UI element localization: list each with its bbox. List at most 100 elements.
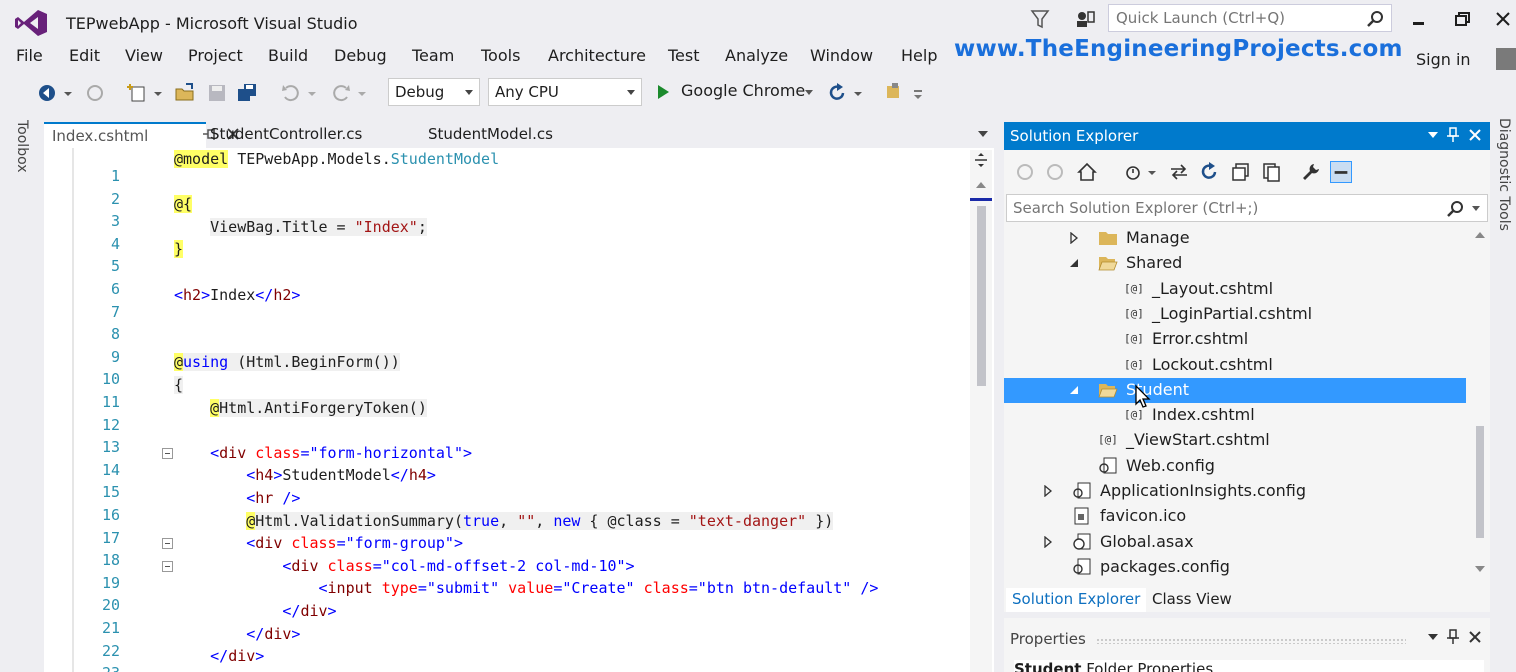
scroll-up-arrow-icon[interactable] [976,182,986,188]
open-file-icon[interactable] [174,82,196,104]
chevron-down-icon[interactable] [62,82,74,104]
menu-analyze[interactable]: Analyze [725,46,788,65]
collapse-region-icon[interactable] [162,560,173,572]
tree-item-folder[interactable]: Manage [1004,226,1466,251]
restore-button[interactable] [1448,6,1478,32]
menu-file[interactable]: File [16,46,43,65]
tab-list-dropdown-icon[interactable] [978,131,988,137]
collapse-all-icon[interactable] [1230,161,1252,183]
tab-solution-explorer[interactable]: Solution Explorer [1006,588,1147,612]
tree-item-file[interactable]: packages.config [1004,555,1466,580]
panel-grip[interactable] [1096,638,1406,644]
menu-help[interactable]: Help [901,46,937,65]
show-all-files-icon[interactable] [1260,161,1282,183]
tab-student-controller[interactable]: StudentController.cs [202,122,382,148]
code-editor[interactable]: 1 @model TEPwebApp.Models.StudentModel 2… [44,148,994,672]
notification-filter-icon[interactable] [1030,8,1050,30]
tree-item-file[interactable]: [@] _LoginPartial.cshtml [1004,302,1466,327]
chevron-down-icon[interactable] [1471,205,1481,213]
tab-index-cshtml[interactable]: Index.cshtml [44,122,206,148]
minimize-button[interactable] [1404,6,1434,32]
solution-explorer-scrollbar[interactable] [1472,226,1488,582]
menu-debug[interactable]: Debug [334,46,387,65]
scroll-down-arrow-icon[interactable] [1475,566,1485,572]
chevron-down-icon[interactable] [1146,161,1158,183]
menu-build[interactable]: Build [268,46,308,65]
scroll-up-arrow-icon[interactable] [1475,232,1485,238]
undo-icon[interactable] [280,82,302,104]
tree-item-folder-selected[interactable]: Student [1004,377,1466,403]
tree-item-file[interactable]: [@] _Layout.cshtml [1004,277,1466,302]
tree-item-file[interactable]: [@] _ViewStart.cshtml [1004,428,1466,453]
diagnostic-tools-side-tab[interactable]: Diagnostic Tools [1496,118,1516,258]
collapse-region-icon[interactable] [162,538,173,550]
collapse-arrow-icon[interactable] [1068,257,1080,269]
navigate-back-icon[interactable] [36,82,58,104]
navigate-forward-icon[interactable] [84,82,106,104]
chevron-down-icon[interactable] [356,82,368,104]
browser-link-icon[interactable] [884,80,906,102]
tree-item-file[interactable]: [@] Index.cshtml [1004,403,1466,428]
sync-with-active-document-icon[interactable] [1168,161,1190,183]
preview-selected-items-icon[interactable] [1330,161,1352,183]
toolbar-overflow-icon[interactable] [912,82,924,104]
editor-vertical-scrollbar[interactable] [970,150,992,672]
start-debugging-button[interactable]: Google Chrome [654,80,814,104]
tree-item-folder[interactable]: Shared [1004,251,1466,276]
quick-launch-box[interactable] [1108,4,1392,32]
window-position-dropdown-icon[interactable] [1424,126,1442,144]
menu-window[interactable]: Window [810,46,873,65]
properties-wrench-icon[interactable] [1300,161,1322,183]
tree-item-file[interactable]: [@] Error.cshtml [1004,327,1466,352]
save-all-icon[interactable] [236,82,258,104]
close-window-button[interactable] [1490,6,1516,32]
solution-explorer-search-input[interactable] [1007,195,1437,221]
search-icon[interactable] [1365,9,1385,29]
menu-view[interactable]: View [125,46,163,65]
menu-test[interactable]: Test [668,46,700,65]
refresh-browser-icon[interactable] [826,82,848,104]
account-icon[interactable] [1496,48,1516,70]
menu-project[interactable]: Project [188,46,243,65]
expand-arrow-icon[interactable] [1068,232,1080,244]
menu-team[interactable]: Team [412,46,454,65]
chevron-down-icon[interactable] [306,82,318,104]
refresh-icon[interactable] [1198,161,1220,183]
solution-configuration-dropdown[interactable]: Debug [388,78,480,106]
close-panel-icon[interactable] [1466,126,1484,144]
toolbox-side-tab[interactable]: Toolbox [14,120,36,190]
auto-hide-pin-icon[interactable] [1444,126,1462,144]
collapse-arrow-icon[interactable] [1068,384,1080,396]
redo-icon[interactable] [330,82,352,104]
menu-tools[interactable]: Tools [481,46,520,65]
chevron-down-icon[interactable] [852,82,864,104]
sign-in-link[interactable]: Sign in [1416,50,1471,69]
window-position-dropdown-icon[interactable] [1424,628,1442,646]
search-icon[interactable] [1445,199,1465,219]
split-window-icon[interactable] [974,152,988,168]
editor-scroll-thumb[interactable] [977,206,986,386]
solution-explorer-search-box[interactable] [1006,194,1488,222]
tab-class-view[interactable]: Class View [1146,588,1238,612]
tree-item-file[interactable]: Web.config [1004,454,1466,479]
solution-platform-dropdown[interactable]: Any CPU [488,78,642,106]
pending-changes-filter-icon[interactable] [1122,161,1144,183]
close-panel-icon[interactable] [1466,628,1484,646]
new-project-icon[interactable] [126,82,148,104]
chevron-down-icon[interactable] [152,82,164,104]
forward-icon[interactable] [1044,161,1066,183]
save-icon[interactable] [206,82,228,104]
tree-item-file[interactable]: ApplicationInsights.config [1004,479,1466,504]
properties-object-selector[interactable]: Student Folder Properties [1014,660,1484,672]
menu-architecture[interactable]: Architecture [548,46,646,65]
quick-launch-input[interactable] [1109,5,1349,31]
expand-arrow-icon[interactable] [1042,485,1054,497]
tree-item-file[interactable]: [@] Lockout.cshtml [1004,353,1466,378]
expand-arrow-icon[interactable] [1042,535,1054,548]
feedback-icon[interactable] [1074,8,1096,30]
tree-item-file[interactable]: favicon.ico [1004,504,1466,529]
menu-edit[interactable]: Edit [69,46,100,65]
tree-item-file[interactable]: Global.asax [1004,530,1466,555]
collapse-region-icon[interactable] [162,447,173,459]
tab-student-model[interactable]: StudentModel.cs [420,122,580,148]
